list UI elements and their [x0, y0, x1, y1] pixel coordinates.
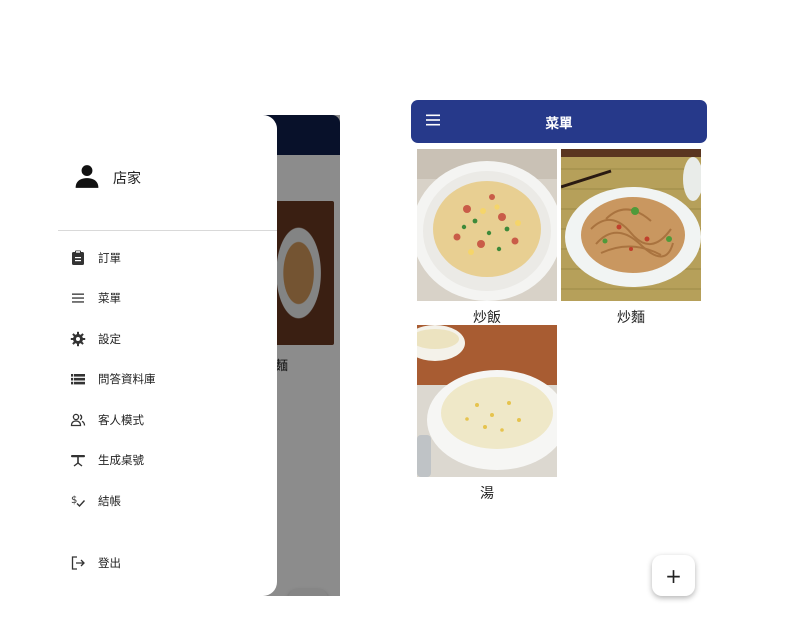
list-database-icon	[69, 370, 87, 388]
fried-rice-photo	[417, 149, 557, 301]
page-title: 菜單	[545, 115, 573, 132]
drawer-item-label: 生成桌號	[98, 453, 144, 467]
drawer-item-label: 登出	[98, 556, 121, 570]
drawer-item-orders[interactable]: 訂單	[58, 242, 277, 274]
drawer-item-label: 訂單	[98, 251, 121, 265]
drawer-item-label: 客人模式	[98, 413, 144, 427]
price-check-icon: $	[69, 492, 87, 510]
table-icon	[69, 451, 87, 469]
app-bar: 菜單	[411, 100, 707, 143]
screenshot-stage: 麵 + 店家 訂單	[0, 0, 794, 639]
right-phone-screen: 菜單 炒飯 炒麵 湯 +	[411, 100, 707, 600]
logout-icon	[69, 554, 87, 572]
drawer-item-label: 設定	[98, 332, 121, 346]
drawer-header: 店家	[58, 115, 277, 231]
navigation-drawer: 店家 訂單 菜單 設定 問答資料庫 客人模式 生成桌號 $ 結帳 登出	[58, 115, 277, 596]
fried-noodles-photo	[561, 149, 701, 301]
drawer-item-label: 問答資料庫	[98, 372, 156, 386]
clipboard-icon	[69, 249, 87, 267]
left-phone-screen: 麵 + 店家 訂單	[58, 115, 340, 596]
drawer-item-logout[interactable]: 登出	[58, 547, 277, 579]
drawer-item-label: 結帳	[98, 494, 121, 508]
person-icon	[75, 165, 99, 188]
svg-text:$: $	[71, 495, 77, 506]
gear-icon	[69, 330, 87, 348]
drawer-item-generate-table-number[interactable]: 生成桌號	[58, 444, 277, 476]
dish-card-fried-rice[interactable]: 炒飯	[417, 149, 557, 327]
drawer-item-settings[interactable]: 設定	[58, 323, 277, 355]
dish-name: 炒飯	[473, 310, 501, 326]
add-dish-button[interactable]: +	[652, 555, 695, 596]
dish-name: 炒麵	[617, 310, 645, 326]
dish-card-fried-noodles[interactable]: 炒麵	[561, 149, 701, 327]
store-user-name: 店家	[113, 171, 141, 187]
drawer-item-label: 菜單	[98, 291, 121, 305]
drawer-item-qa-database[interactable]: 問答資料庫	[58, 363, 277, 395]
drawer-item-checkout[interactable]: $ 結帳	[58, 485, 277, 517]
dish-card-soup[interactable]: 湯	[417, 325, 557, 503]
drawer-item-menu[interactable]: 菜單	[58, 282, 277, 314]
people-icon	[69, 411, 87, 429]
menu-lines-icon	[69, 289, 87, 307]
corn-soup-photo	[417, 325, 557, 477]
hamburger-icon[interactable]	[426, 114, 440, 126]
drawer-item-guest-mode[interactable]: 客人模式	[58, 404, 277, 436]
dish-name: 湯	[480, 486, 494, 502]
